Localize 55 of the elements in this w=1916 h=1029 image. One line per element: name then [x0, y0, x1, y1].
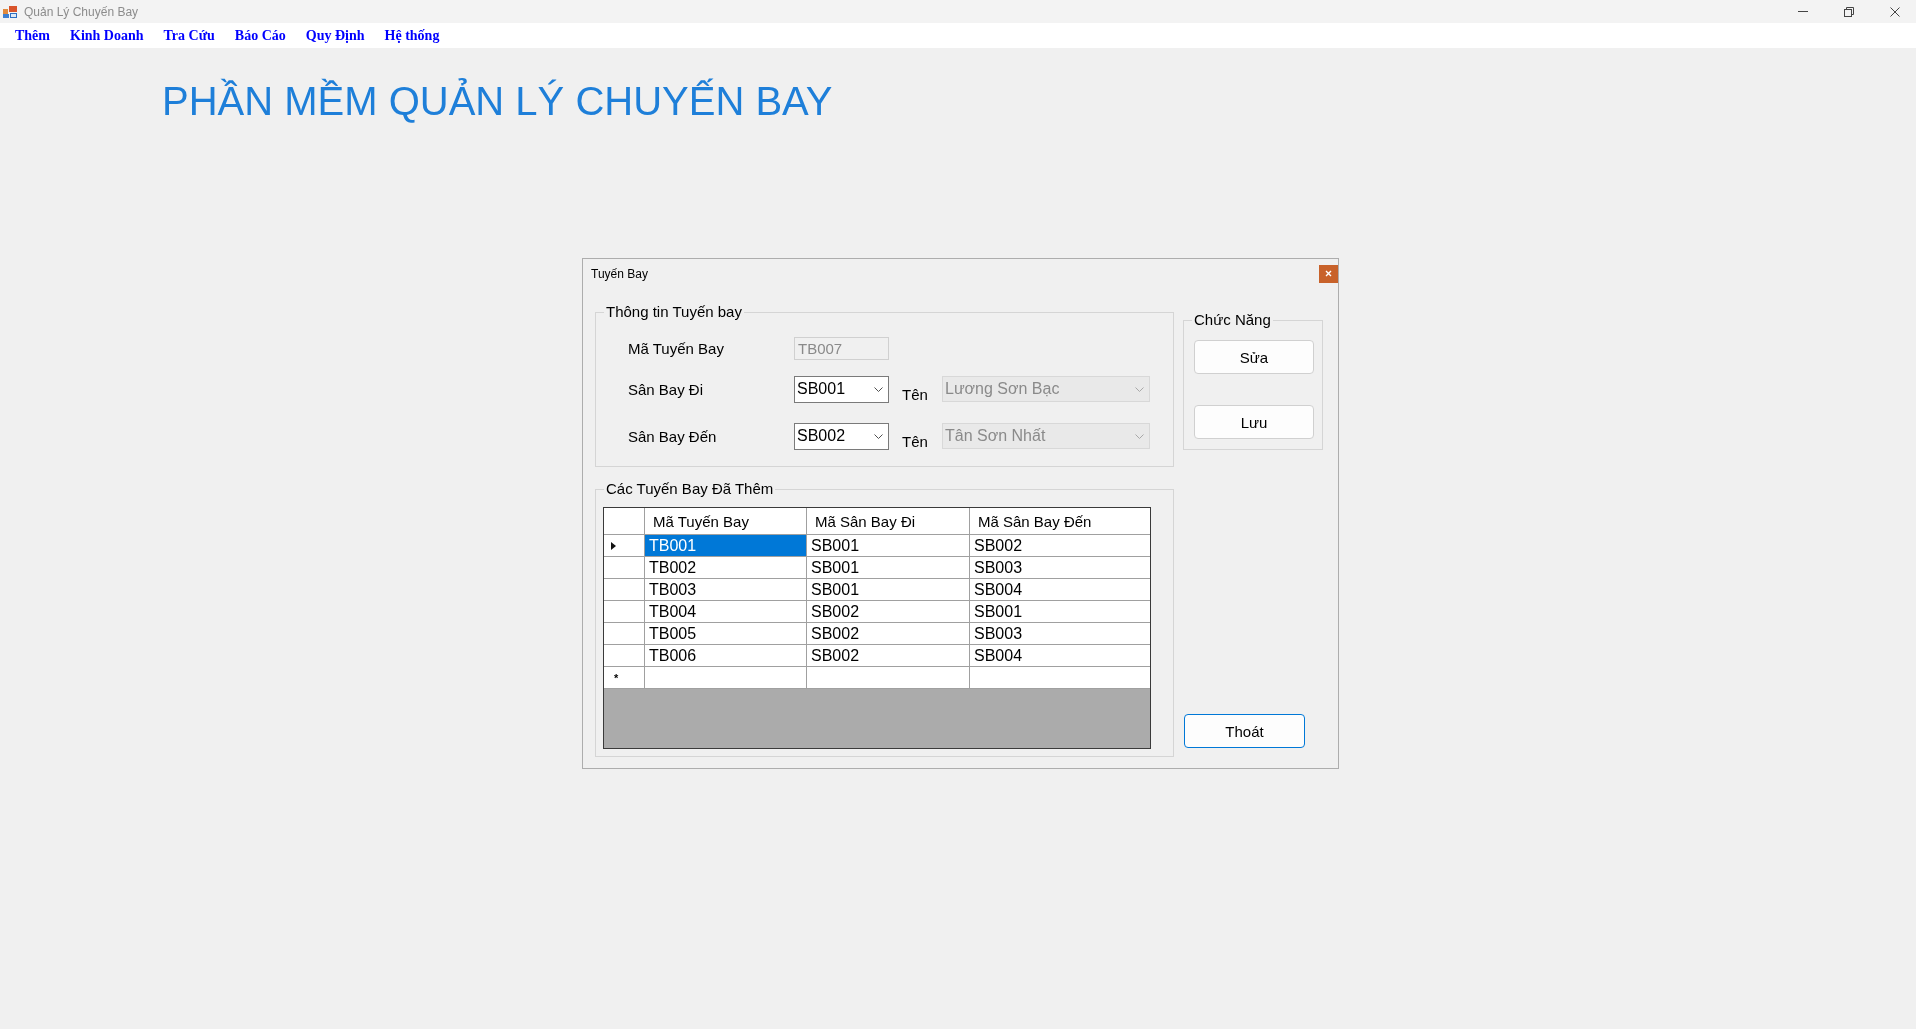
menu-item[interactable]: Thêm [5, 27, 60, 44]
chevron-down-icon [1135, 386, 1144, 392]
table-cell[interactable] [807, 667, 970, 689]
row-header[interactable] [604, 623, 645, 645]
field-label: Tên [902, 385, 929, 403]
column-header[interactable]: Mã Sân Bay Đi [807, 508, 970, 535]
table-cell[interactable]: SB002 [807, 645, 970, 667]
chevron-down-icon [874, 386, 883, 392]
airport-code-combo[interactable]: SB001 [794, 375, 889, 403]
menu-item[interactable]: Báo Cáo [224, 27, 296, 44]
table-cell[interactable]: SB001 [807, 557, 970, 579]
table-cell[interactable]: SB001 [807, 535, 970, 557]
chevron-down-icon [874, 433, 883, 439]
table-cell[interactable]: TB004 [645, 601, 807, 623]
table-cell[interactable]: SB001 [807, 579, 970, 601]
row-header[interactable] [604, 601, 645, 623]
app-heading: PHẦN MỀM QUẢN LÝ CHUYẾN BAY [162, 78, 833, 124]
table-cell[interactable]: SB002 [807, 601, 970, 623]
edit-button[interactable]: Sửa [1194, 340, 1314, 374]
table-cell[interactable] [645, 667, 807, 689]
row-header[interactable] [604, 557, 645, 579]
menu-item[interactable]: Quy Định [295, 27, 375, 44]
corner-header-cell[interactable] [604, 508, 645, 535]
close-icon[interactable] [1319, 265, 1338, 283]
table-cell[interactable]: SB002 [807, 623, 970, 645]
field-label: Sân Bay Đến [628, 427, 718, 445]
menu-item[interactable]: Tra Cứu [153, 27, 225, 44]
restore-icon[interactable] [1844, 6, 1854, 17]
table-cell[interactable]: TB003 [645, 579, 807, 601]
table-cell[interactable]: TB002 [645, 557, 807, 579]
caret-right-icon [611, 541, 616, 550]
menu-item[interactable]: Hệ thống [374, 27, 450, 44]
group-title: Thông tin Tuyến bay [604, 303, 744, 321]
save-button[interactable]: Lưu [1194, 405, 1314, 439]
field-label: Sân Bay Đi [628, 380, 705, 398]
window-title: Quản Lý Chuyến Bay [24, 4, 139, 19]
app-icon [3, 5, 17, 18]
field-label: Tên [902, 432, 929, 450]
group-title: Các Tuyến Bay Đã Thêm [604, 480, 776, 498]
exit-button[interactable]: Thoát [1184, 714, 1305, 748]
row-header[interactable] [604, 535, 645, 557]
field-label: Mã Tuyến Bay [628, 339, 725, 357]
menu-item[interactable]: Kinh Doanh [60, 27, 154, 44]
close-icon[interactable] [1890, 6, 1900, 17]
chevron-down-icon [1135, 433, 1144, 439]
table-cell[interactable]: TB006 [645, 645, 807, 667]
group-title: Chức Năng [1192, 311, 1273, 329]
row-header[interactable] [604, 645, 645, 667]
row-header[interactable] [604, 579, 645, 601]
table-cell[interactable]: TB001 [645, 535, 807, 557]
table-cell[interactable]: TB005 [645, 623, 807, 645]
new-row-header[interactable]: * [604, 667, 645, 689]
column-header[interactable]: Mã Tuyến Bay [645, 508, 807, 535]
airport-code-combo[interactable]: SB002 [794, 422, 889, 450]
dialog-title: Tuyến Bay [591, 267, 648, 281]
